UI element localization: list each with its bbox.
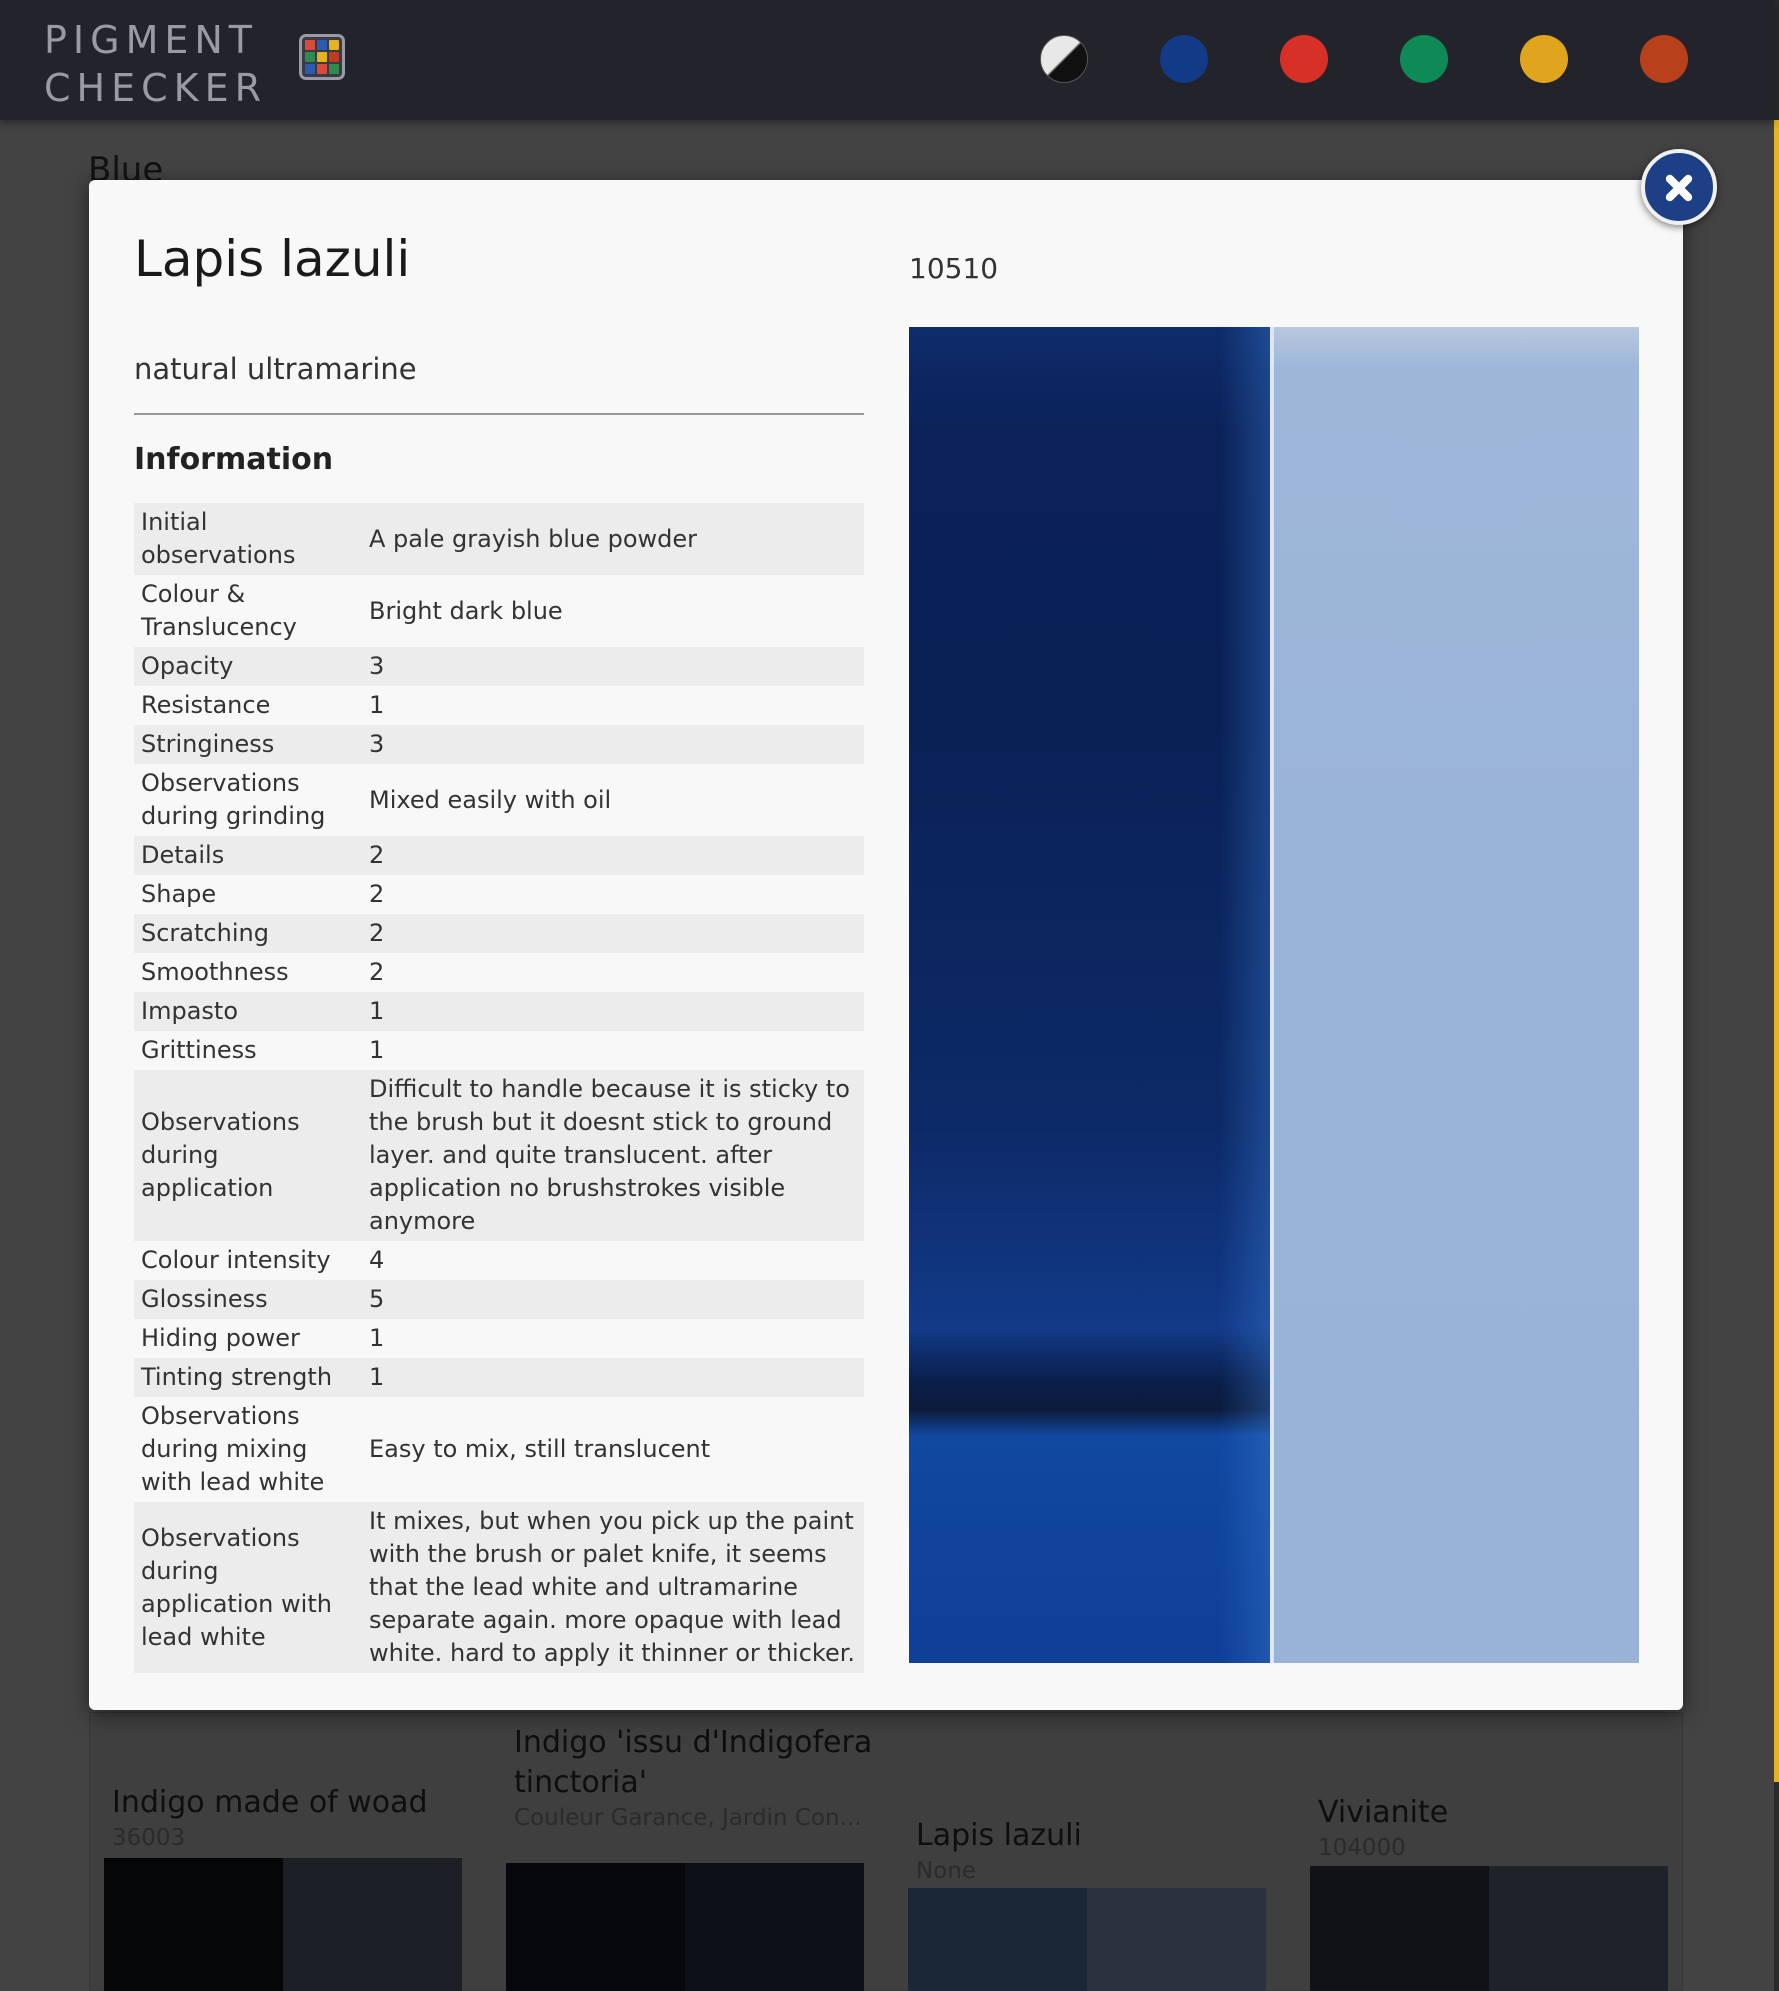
card-title: Lapis lazuli bbox=[916, 1818, 1082, 1853]
card-subtitle: Couleur Garance, Jardin Con... bbox=[514, 1805, 862, 1831]
info-row: Observations during grinding Mixed easily… bbox=[134, 764, 864, 836]
info-row: Initial observations A pale grayish blue … bbox=[134, 503, 864, 575]
info-row: Impasto 1 bbox=[134, 992, 864, 1031]
info-row: Hiding power 1 bbox=[134, 1319, 864, 1358]
card-subtitle: None bbox=[916, 1858, 977, 1884]
info-row: Tinting strength 1 bbox=[134, 1358, 864, 1397]
pigment-card[interactable]: Lapis lazuli None bbox=[916, 1816, 1276, 1886]
card-image[interactable] bbox=[506, 1863, 864, 1991]
info-label: Colour intensity bbox=[141, 1246, 331, 1274]
filter-blue-button[interactable] bbox=[1160, 35, 1208, 83]
info-row: Details 2 bbox=[134, 836, 864, 875]
info-value: 5 bbox=[369, 1285, 385, 1313]
pigment-card[interactable]: Indigo 'issu d'Indigofera tinctoria' Cou… bbox=[514, 1723, 874, 1833]
info-label: Scratching bbox=[141, 919, 269, 947]
info-value: 2 bbox=[369, 841, 385, 869]
sample-pure-paint bbox=[909, 327, 1270, 1663]
pigment-detail-modal: Lapis lazuli natural ultramarine Informa… bbox=[89, 180, 1683, 1710]
info-label: Colour & Translucency bbox=[141, 580, 297, 641]
info-value: 1 bbox=[369, 1036, 385, 1064]
info-label: Observations during application with lea… bbox=[141, 1523, 332, 1651]
info-row: Observations during mixing with lead whi… bbox=[134, 1397, 864, 1502]
info-value: 1 bbox=[369, 997, 385, 1025]
info-value: 1 bbox=[369, 1324, 385, 1352]
scrollbar-thumb[interactable] bbox=[1774, 120, 1779, 1782]
info-label: Opacity bbox=[141, 652, 234, 680]
info-label: Resistance bbox=[141, 691, 271, 719]
card-title: Indigo made of woad bbox=[112, 1785, 428, 1820]
info-value: Difficult to handle because it is sticky… bbox=[369, 1075, 850, 1235]
pigment-alt-name: natural ultramarine bbox=[134, 352, 417, 386]
info-value: It mixes, but when you pick up the paint… bbox=[369, 1507, 856, 1667]
info-row: Scratching 2 bbox=[134, 914, 864, 953]
info-label: Initial observations bbox=[141, 508, 296, 569]
logo-line-2: CHECKER bbox=[44, 66, 267, 110]
info-row: Colour intensity 4 bbox=[134, 1241, 864, 1280]
info-row: Stringiness 3 bbox=[134, 725, 864, 764]
info-label: Glossiness bbox=[141, 1285, 268, 1313]
info-label: Shape bbox=[141, 880, 217, 908]
info-value: Bright dark blue bbox=[369, 596, 563, 625]
sample-with-lead-white bbox=[1274, 327, 1639, 1663]
card-image[interactable] bbox=[908, 1888, 1266, 1991]
app-logo[interactable]: PIGMENT CHECKER bbox=[44, 16, 267, 112]
card-image[interactable] bbox=[1310, 1866, 1668, 1991]
card-title: Indigo 'issu d'Indigofera tinctoria' bbox=[514, 1725, 873, 1800]
info-label: Observations during mixing with lead whi… bbox=[141, 1402, 325, 1496]
info-label: Observations during grinding bbox=[141, 769, 326, 830]
info-value: 3 bbox=[369, 730, 385, 758]
color-grid-icon[interactable] bbox=[299, 34, 345, 80]
info-row: Observations during application Difficult… bbox=[134, 1070, 864, 1241]
info-label: Impasto bbox=[141, 997, 238, 1025]
top-navbar: PIGMENT CHECKER bbox=[0, 0, 1774, 120]
pigment-code: 10510 bbox=[909, 252, 999, 285]
filter-green-button[interactable] bbox=[1400, 35, 1448, 83]
info-label: Stringiness bbox=[141, 730, 275, 758]
info-label: Hiding power bbox=[141, 1324, 300, 1352]
divider bbox=[134, 413, 864, 415]
information-heading: Information bbox=[134, 442, 334, 477]
info-value: 2 bbox=[369, 919, 385, 947]
filter-red-button[interactable] bbox=[1280, 35, 1328, 83]
pigment-card[interactable]: Vivianite 104000 bbox=[1318, 1793, 1678, 1863]
info-value: 2 bbox=[369, 958, 385, 986]
info-row: Smoothness 2 bbox=[134, 953, 864, 992]
close-icon[interactable] bbox=[1641, 149, 1717, 225]
info-value: 1 bbox=[369, 1363, 385, 1391]
info-value: A pale grayish blue powder bbox=[369, 524, 697, 553]
card-subtitle: 36003 bbox=[112, 1825, 186, 1851]
info-row: Resistance 1 bbox=[134, 686, 864, 725]
info-label: Observations during application bbox=[141, 1108, 300, 1202]
filter-yellow-button[interactable] bbox=[1520, 35, 1568, 83]
info-row: Shape 2 bbox=[134, 875, 864, 914]
info-value: 2 bbox=[369, 880, 385, 908]
info-label: Grittiness bbox=[141, 1036, 257, 1064]
logo-line-1: PIGMENT bbox=[44, 18, 259, 62]
information-table: Initial observations A pale grayish blue … bbox=[134, 503, 864, 1673]
info-row: Glossiness 5 bbox=[134, 1280, 864, 1319]
info-label: Smoothness bbox=[141, 958, 289, 986]
info-row: Grittiness 1 bbox=[134, 1031, 864, 1070]
info-value: Easy to mix, still translucent bbox=[369, 1435, 711, 1463]
info-value: Mixed easily with oil bbox=[369, 785, 612, 814]
filter-brown-button[interactable] bbox=[1640, 35, 1688, 83]
card-image[interactable] bbox=[104, 1858, 462, 1991]
info-value: 3 bbox=[369, 652, 385, 680]
info-row: Observations during application with lea… bbox=[134, 1502, 864, 1673]
pigment-card[interactable]: Indigo made of woad 36003 bbox=[112, 1783, 472, 1853]
pigment-card-grid: Indigo made of woad 36003 Indigo 'issu d… bbox=[89, 1712, 1683, 1991]
info-value: 4 bbox=[369, 1246, 385, 1274]
card-subtitle: 104000 bbox=[1318, 1835, 1406, 1861]
info-label: Details bbox=[141, 841, 225, 869]
info-row: Opacity 3 bbox=[134, 647, 864, 686]
filter-black-white-button[interactable] bbox=[1040, 35, 1088, 83]
paint-sample-image bbox=[909, 327, 1639, 1663]
info-label: Tinting strength bbox=[141, 1363, 333, 1391]
info-row: Colour & Translucency Bright dark blue bbox=[134, 575, 864, 647]
card-title: Vivianite bbox=[1318, 1795, 1449, 1830]
scrollbar[interactable] bbox=[1774, 0, 1779, 1991]
pigment-name: Lapis lazuli bbox=[134, 230, 411, 288]
info-value: 1 bbox=[369, 691, 385, 719]
